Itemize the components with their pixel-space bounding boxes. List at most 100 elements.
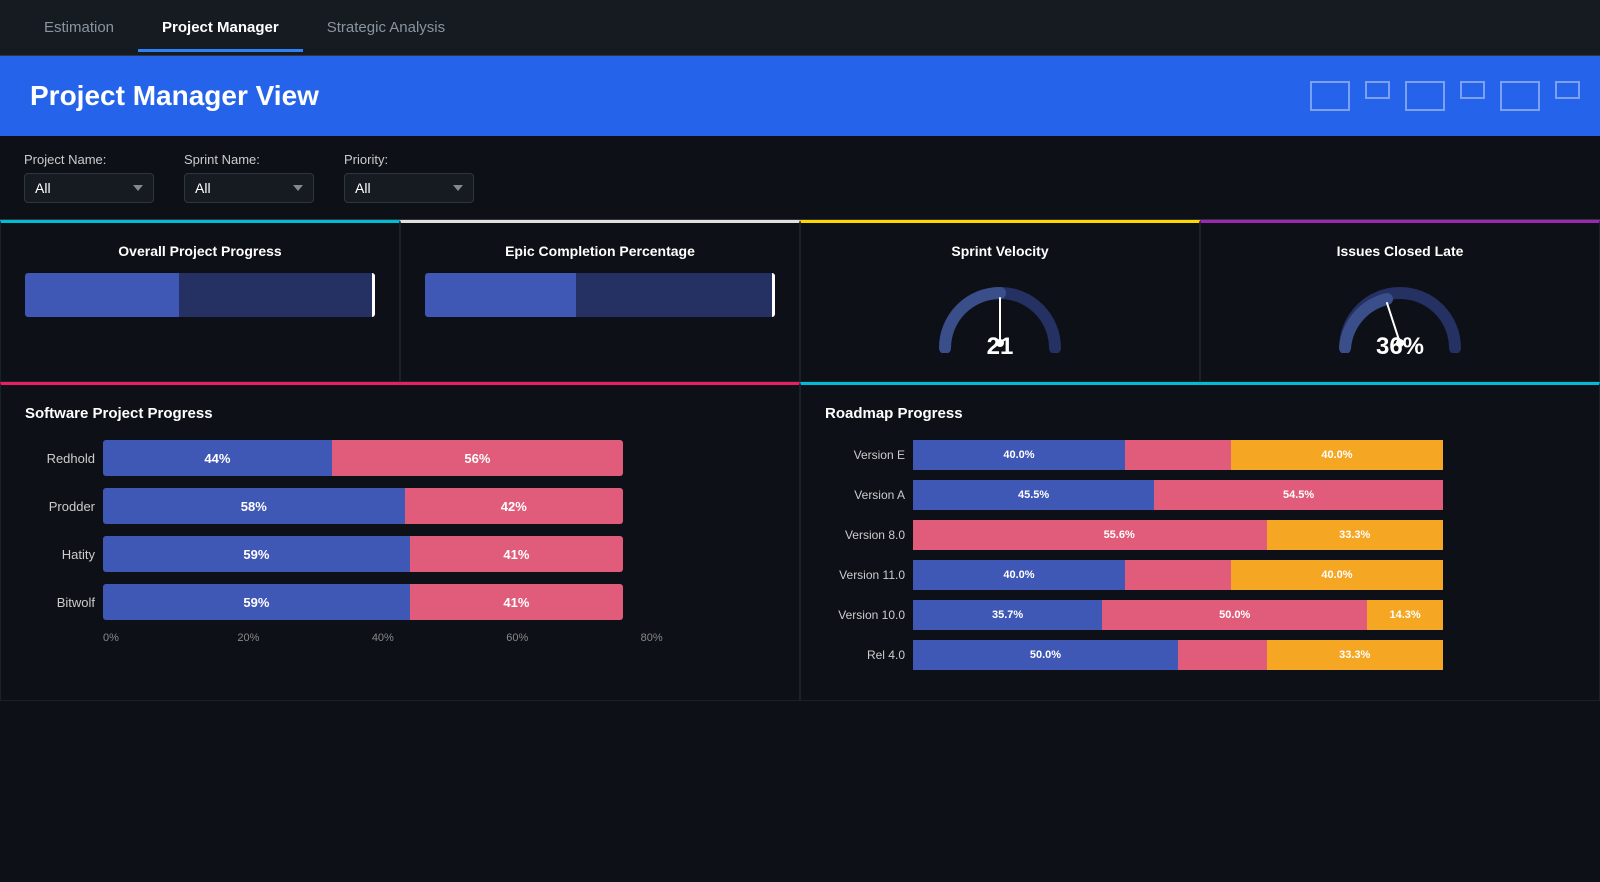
hbar-seg-bitwolf-blue: 59%: [103, 584, 410, 620]
hbar-track-hatity: 59% 41%: [103, 536, 623, 572]
roadmap-row-version-a: Version A 45.5% 54.5%: [825, 480, 1575, 510]
filter-sprint-name: Sprint Name: All: [184, 152, 314, 203]
page-title: Project Manager View: [30, 80, 319, 112]
kpi-epic-fill: [425, 273, 576, 317]
roadmap-label-version-8: Version 8.0: [825, 528, 905, 542]
roadmap-label-version-11: Version 11.0: [825, 568, 905, 582]
kpi-overall-fill: [25, 273, 179, 317]
kpi-overall-title: Overall Project Progress: [25, 243, 375, 259]
header-banner: Project Manager View: [0, 56, 1600, 136]
axis-40: 40%: [372, 632, 506, 644]
tab-project-manager[interactable]: Project Manager: [138, 3, 303, 52]
tab-bar: Estimation Project Manager Strategic Ana…: [0, 0, 1600, 56]
seg-version-10-red: 50.0%: [1102, 600, 1367, 630]
seg-version-8-red1: [913, 520, 972, 550]
hbar-seg-prodder-red: 42%: [405, 488, 623, 524]
hbar-row-redhold: Redhold 44% 56%: [25, 440, 775, 476]
seg-rel-4-blue: 50.0%: [913, 640, 1178, 670]
deco-rect-3: [1405, 81, 1445, 111]
roadmap-row-version-10: Version 10.0 35.7% 50.0% 14.3%: [825, 600, 1575, 630]
roadmap-progress-title: Roadmap Progress: [825, 405, 1575, 422]
hbar-seg-redhold-red: 56%: [332, 440, 623, 476]
banner-decoration: [1310, 81, 1580, 111]
hbar-seg-hatity-blue: 59%: [103, 536, 410, 572]
deco-rect-5: [1500, 81, 1540, 111]
seg-version-8-orange: 33.3%: [1267, 520, 1443, 550]
roadmap-track-rel-4: 50.0% 33.3%: [913, 640, 1443, 670]
seg-version-10-orange: 14.3%: [1367, 600, 1443, 630]
axis-60: 60%: [506, 632, 640, 644]
hbar-track-bitwolf: 59% 41%: [103, 584, 623, 620]
kpi-issues-title: Issues Closed Late: [1225, 243, 1575, 259]
roadmap-track-version-a: 45.5% 54.5%: [913, 480, 1443, 510]
kpi-sprint-title: Sprint Velocity: [825, 243, 1175, 259]
seg-rel-4-red: [1178, 640, 1267, 670]
axis-20: 20%: [237, 632, 371, 644]
kpi-epic-tick: [772, 273, 775, 317]
seg-version-11-red: [1125, 560, 1231, 590]
roadmap-track-version-11: 40.0% 40.0%: [913, 560, 1443, 590]
kpi-epic-bar: 43%: [425, 273, 775, 317]
roadmap-label-version-e: Version E: [825, 448, 905, 462]
seg-rel-4-orange: 33.3%: [1267, 640, 1443, 670]
roadmap-row-version-11: Version 11.0 40.0% 40.0%: [825, 560, 1575, 590]
axis-0: 0%: [103, 632, 237, 644]
kpi-sprint-velocity: Sprint Velocity 21: [800, 220, 1200, 382]
hbar-track-redhold: 44% 56%: [103, 440, 623, 476]
filter-priority: Priority: All: [344, 152, 474, 203]
axis-80: 80%: [641, 632, 775, 644]
roadmap-label-version-10: Version 10.0: [825, 608, 905, 622]
roadmap-row-rel-4: Rel 4.0 50.0% 33.3%: [825, 640, 1575, 670]
kpi-issues-closed: Issues Closed Late 36%: [1200, 220, 1600, 382]
filter-priority-label: Priority:: [344, 152, 474, 167]
software-progress-title: Software Project Progress: [25, 405, 775, 422]
filter-project-label: Project Name:: [24, 152, 154, 167]
hbar-row-prodder: Prodder 58% 42%: [25, 488, 775, 524]
kpi-row: Overall Project Progress 44% Epic Comple…: [0, 219, 1600, 382]
kpi-overall-tick: [372, 273, 375, 317]
hbar-seg-prodder-blue: 58%: [103, 488, 405, 524]
priority-select[interactable]: All: [344, 173, 474, 203]
hbar-label-prodder: Prodder: [25, 499, 95, 514]
kpi-overall-progress: Overall Project Progress 44%: [0, 220, 400, 382]
sprint-velocity-label: 21: [987, 333, 1014, 361]
hbar-seg-redhold-blue: 44%: [103, 440, 332, 476]
seg-version-11-blue: 40.0%: [913, 560, 1125, 590]
roadmap-label-rel-4: Rel 4.0: [825, 648, 905, 662]
seg-version-a-red: 54.5%: [1154, 480, 1443, 510]
software-progress-panel: Software Project Progress Redhold 44% 56…: [0, 382, 800, 701]
tab-strategic-analysis[interactable]: Strategic Analysis: [303, 3, 469, 52]
project-name-select[interactable]: All: [24, 173, 154, 203]
roadmap-row-version-e: Version E 40.0% 40.0%: [825, 440, 1575, 470]
seg-version-8-red2: 55.6%: [972, 520, 1267, 550]
roadmap-chart: Version E 40.0% 40.0% Version A 45.5% 54…: [825, 440, 1575, 670]
filter-sprint-label: Sprint Name:: [184, 152, 314, 167]
bottom-row: Software Project Progress Redhold 44% 56…: [0, 382, 1600, 701]
seg-version-11-orange: 40.0%: [1231, 560, 1443, 590]
seg-version-e-orange: 40.0%: [1231, 440, 1443, 470]
kpi-epic-title: Epic Completion Percentage: [425, 243, 775, 259]
seg-version-10-blue: 35.7%: [913, 600, 1102, 630]
tab-estimation[interactable]: Estimation: [20, 3, 138, 52]
roadmap-track-version-10: 35.7% 50.0% 14.3%: [913, 600, 1443, 630]
seg-version-a-blue: 45.5%: [913, 480, 1154, 510]
kpi-overall-bar: 44%: [25, 273, 375, 317]
deco-rect-2: [1365, 81, 1390, 99]
hbar-seg-bitwolf-red: 41%: [410, 584, 623, 620]
hbar-label-hatity: Hatity: [25, 547, 95, 562]
deco-rect-1: [1310, 81, 1350, 111]
seg-version-e-red: [1125, 440, 1231, 470]
filter-project-name: Project Name: All: [24, 152, 154, 203]
issues-closed-label: 36%: [1376, 333, 1424, 361]
deco-rect-4: [1460, 81, 1485, 99]
hbar-seg-hatity-red: 41%: [410, 536, 623, 572]
kpi-epic-completion: Epic Completion Percentage 43%: [400, 220, 800, 382]
roadmap-progress-panel: Roadmap Progress Version E 40.0% 40.0% V…: [800, 382, 1600, 701]
hbar-row-hatity: Hatity 59% 41%: [25, 536, 775, 572]
axis-labels: 0% 20% 40% 60% 80%: [103, 632, 775, 644]
sprint-name-select[interactable]: All: [184, 173, 314, 203]
hbar-row-bitwolf: Bitwolf 59% 41%: [25, 584, 775, 620]
seg-version-e-blue: 40.0%: [913, 440, 1125, 470]
hbar-track-prodder: 58% 42%: [103, 488, 623, 524]
roadmap-row-version-8: Version 8.0 55.6% 33.3%: [825, 520, 1575, 550]
